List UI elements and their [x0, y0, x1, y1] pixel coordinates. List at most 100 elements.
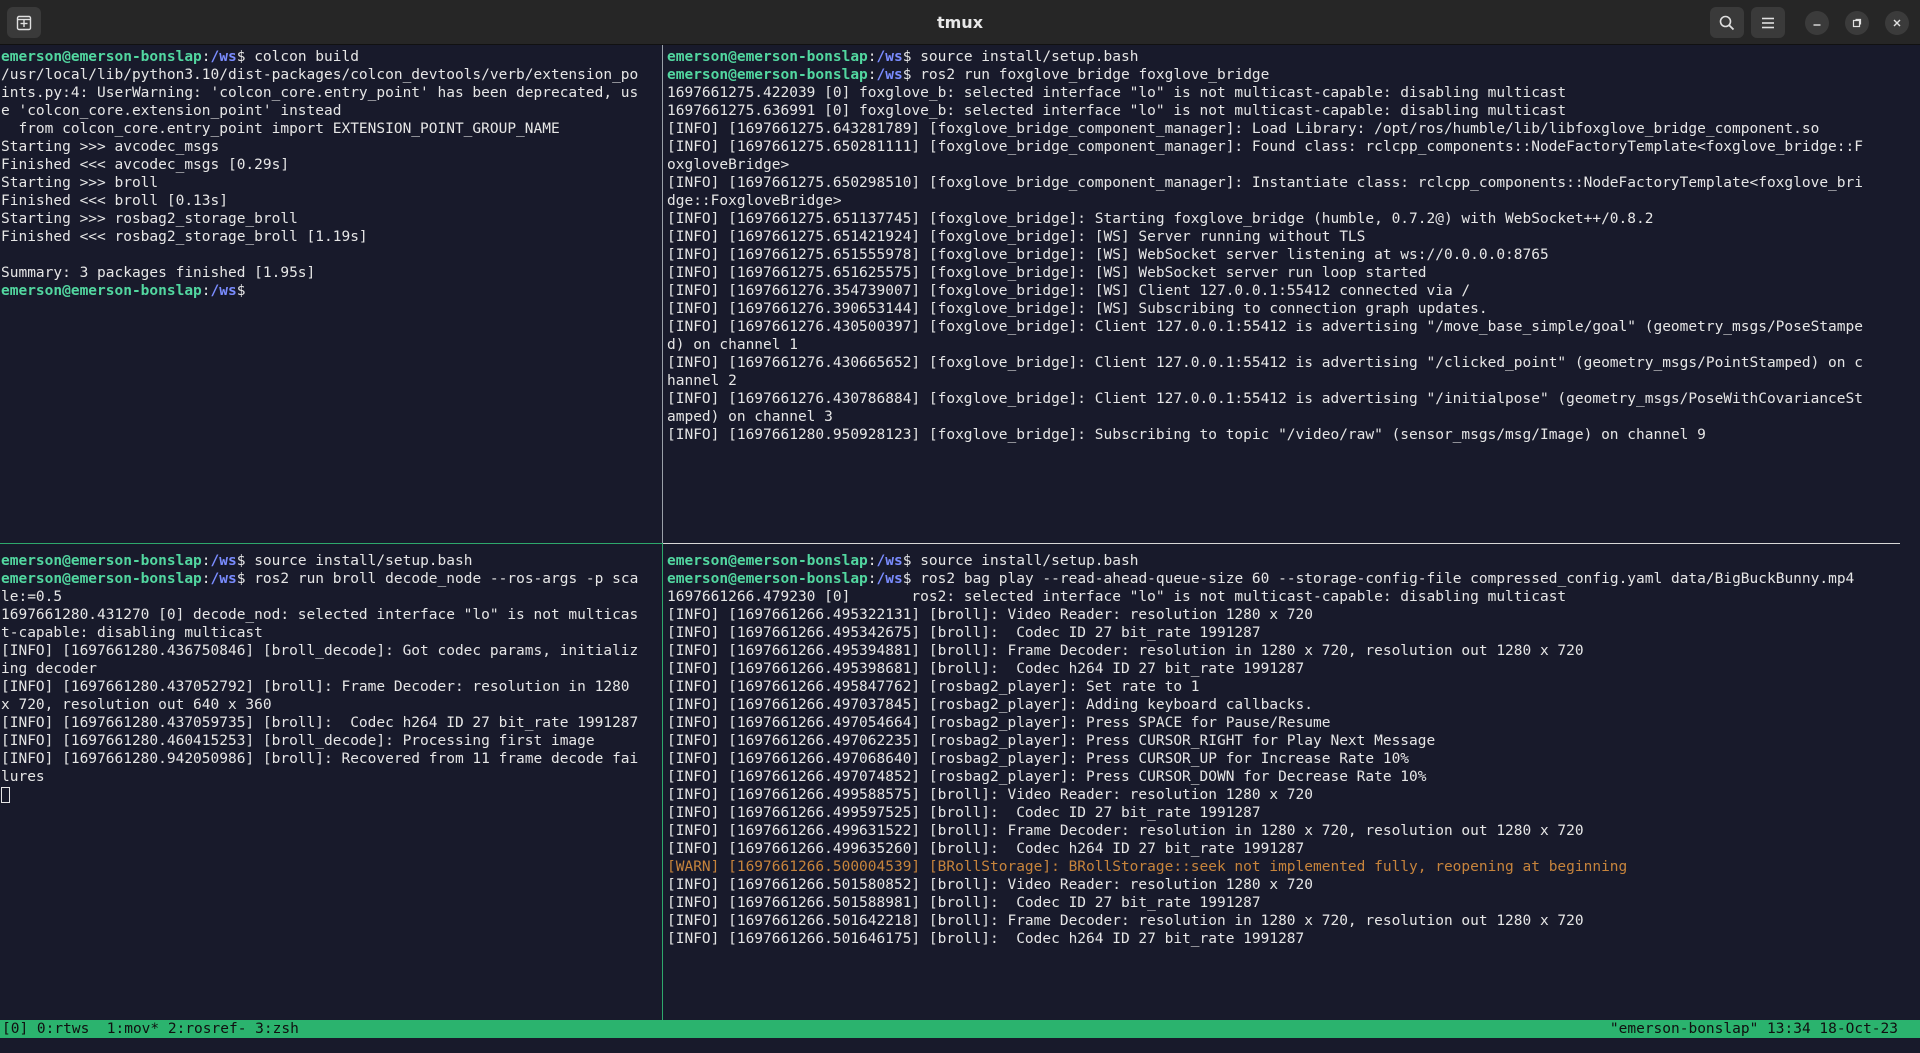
pane-top-left[interactable]: emerson@emerson-bonslap:/ws$ colcon buil…: [1, 45, 661, 542]
maximize-icon: [1852, 18, 1862, 28]
terminal-line: [INFO] [1697661280.437059735] [broll]: C…: [1, 715, 639, 731]
prompt-line: emerson@emerson-bonslap:/ws$ source inst…: [667, 48, 1902, 66]
terminal-line: [INFO] [1697661266.497062235] [rosbag2_p…: [667, 733, 1436, 749]
terminal-area[interactable]: emerson@emerson-bonslap:/ws$ colcon buil…: [0, 45, 1920, 1020]
terminal-line: Starting >>> rosbag2_storage_broll: [1, 211, 298, 227]
terminal-line: [INFO] [1697661266.499635260] [broll]: C…: [667, 841, 1305, 857]
window-list[interactable]: [0] 0:rtws 1:mov* 2:rosref- 3:zsh: [2, 1020, 299, 1038]
prompt-line: emerson@emerson-bonslap:/ws$ colcon buil…: [1, 48, 661, 66]
close-icon: [1893, 19, 1901, 27]
terminal-line: 1697661275.422039 [0] foxglove_b: select…: [667, 85, 1567, 101]
prompt-separator: :: [201, 49, 211, 65]
command-text: ros2 run foxglove_bridge foxglove_bridge: [911, 67, 1270, 83]
terminal-line: e 'colcon_core.extension_point' instead: [1, 103, 342, 119]
prompt-path: /ws: [210, 49, 237, 65]
pane-output: emerson@emerson-bonslap:/ws$ source inst…: [1, 549, 661, 804]
prompt-path: /ws: [876, 553, 903, 569]
prompt-user-host: emerson@emerson-bonslap: [1, 49, 202, 65]
pane-bottom-right[interactable]: emerson@emerson-bonslap:/ws$ source inst…: [667, 549, 1902, 1020]
new-tab-icon: [16, 15, 32, 30]
command-text: ros2 run broll decode_node --ros-args -p…: [245, 571, 639, 587]
prompt-user-host: emerson@emerson-bonslap: [1, 283, 202, 299]
terminal-line: [INFO] [1697661280.437052792] [broll]: F…: [1, 679, 630, 695]
terminal-line: [INFO] [1697661266.501580852] [broll]: V…: [667, 877, 1314, 893]
command-text: ros2 bag play --read-ahead-queue-size 60…: [911, 571, 1855, 587]
hamburger-menu-icon: [1762, 17, 1774, 28]
terminal-line: [INFO] [1697661266.499588575] [broll]: V…: [667, 787, 1314, 803]
prompt-line: emerson@emerson-bonslap:/ws$ source inst…: [1, 552, 661, 570]
terminal-line: 1697661275.636991 [0] foxglove_b: select…: [667, 103, 1567, 119]
terminal-line: Finished <<< avcodec_msgs [0.29s]: [1, 157, 290, 173]
prompt-separator: :: [867, 67, 877, 83]
prompt-path: /ws: [210, 553, 237, 569]
terminal-line: [INFO] [1697661280.436750846] [broll_dec…: [1, 643, 639, 659]
command-text: source install/setup.bash: [245, 553, 473, 569]
command-text: colcon build: [245, 49, 359, 65]
terminal-line: [INFO] [1697661276.390653144] [foxglove_…: [667, 301, 1488, 317]
command-text: source install/setup.bash: [911, 49, 1139, 65]
terminal-line: [INFO] [1697661275.651421924] [foxglove_…: [667, 229, 1366, 245]
terminal-line: oxgloveBridge>: [667, 157, 790, 173]
minimize-icon: [1813, 24, 1821, 26]
prompt-user-host: emerson@emerson-bonslap: [667, 67, 868, 83]
terminal-line: [WARN] [1697661266.500004539] [BRollStor…: [667, 859, 1628, 875]
terminal-line: [INFO] [1697661266.497037845] [rosbag2_p…: [667, 697, 1314, 713]
prompt-path: /ws: [876, 49, 903, 65]
terminal-line: [INFO] [1697661280.942050986] [broll]: R…: [1, 751, 639, 767]
pane-output: emerson@emerson-bonslap:/ws$ source inst…: [667, 45, 1902, 444]
terminal-line: [INFO] [1697661276.354739007] [foxglove_…: [667, 283, 1471, 299]
terminal-line: [INFO] [1697661266.499631522] [broll]: F…: [667, 823, 1584, 839]
terminal-line: [INFO] [1697661266.495394881] [broll]: F…: [667, 643, 1584, 659]
prompt-line: emerson@emerson-bonslap:/ws$ ros2 run fo…: [667, 66, 1902, 84]
terminal-line: [INFO] [1697661275.651555978] [foxglove_…: [667, 247, 1549, 263]
terminal-line: amped) on channel 3: [667, 409, 833, 425]
scrollbar[interactable]: [1908, 52, 1914, 1012]
prompt-user-host: emerson@emerson-bonslap: [667, 571, 868, 587]
prompt-separator: :: [867, 571, 877, 587]
terminal-line: 1697661266.479230 [0] ros2: selected int…: [667, 589, 1567, 605]
terminal-line: ints.py:4: UserWarning: 'colcon_core.ent…: [1, 85, 639, 101]
terminal-window: tmux emerson@emerson-bonslap:/ws$ colcon…: [0, 0, 1920, 1053]
prompt-user-host: emerson@emerson-bonslap: [667, 553, 868, 569]
terminal-line: Summary: 3 packages finished [1.95s]: [1, 265, 316, 281]
tmux-status-bar: [0] 0:rtws 1:mov* 2:rosref- 3:zsh "emers…: [0, 1020, 1920, 1038]
terminal-line: [INFO] [1697661266.495342675] [broll]: C…: [667, 625, 1261, 641]
command-text: source install/setup.bash: [911, 553, 1139, 569]
maximize-button[interactable]: [1845, 11, 1869, 35]
prompt-line: emerson@emerson-bonslap:/ws$: [1, 282, 661, 300]
prompt-separator: :: [867, 49, 877, 65]
terminal-line: Finished <<< rosbag2_storage_broll [1.19…: [1, 229, 368, 245]
title-bar: tmux: [0, 0, 1920, 45]
close-button[interactable]: [1885, 11, 1909, 35]
terminal-line: [INFO] [1697661280.460415253] [broll_dec…: [1, 733, 595, 749]
pane-bottom-left[interactable]: emerson@emerson-bonslap:/ws$ source inst…: [1, 549, 661, 1020]
prompt-line: emerson@emerson-bonslap:/ws$ ros2 bag pl…: [667, 570, 1902, 588]
terminal-line: [INFO] [1697661266.495322131] [broll]: V…: [667, 607, 1314, 623]
terminal-line: [INFO] [1697661276.430786884] [foxglove_…: [667, 391, 1863, 407]
active-pane-border-horizontal[interactable]: [0, 543, 662, 544]
menu-button[interactable]: [1751, 7, 1785, 38]
prompt-path: /ws: [876, 571, 903, 587]
terminal-line: Starting >>> broll: [1, 175, 159, 191]
terminal-line: [INFO] [1697661275.651137745] [foxglove_…: [667, 211, 1654, 227]
terminal-line: [INFO] [1697661266.499597525] [broll]: C…: [667, 805, 1261, 821]
window-title: tmux: [936, 13, 984, 32]
bottom-padding: [0, 1038, 1920, 1053]
pane-top-right[interactable]: emerson@emerson-bonslap:/ws$ source inst…: [667, 45, 1902, 542]
terminal-line: [INFO] [1697661266.495847762] [rosbag2_p…: [667, 679, 1200, 695]
new-tab-button[interactable]: [7, 7, 41, 38]
prompt-path: /ws: [210, 571, 237, 587]
terminal-line: /usr/local/lib/python3.10/dist-packages/…: [1, 67, 639, 83]
prompt-path: /ws: [876, 67, 903, 83]
prompt-separator: :: [201, 283, 211, 299]
active-pane-border-vertical: [662, 543, 663, 1020]
terminal-line: x 720, resolution out 640 x 360: [1, 697, 272, 713]
terminal-line: lures: [1, 769, 45, 785]
minimize-button[interactable]: [1805, 11, 1829, 35]
terminal-line: [INFO] [1697661266.501588981] [broll]: C…: [667, 895, 1261, 911]
terminal-line: [INFO] [1697661266.501646175] [broll]: C…: [667, 931, 1305, 947]
prompt-user-host: emerson@emerson-bonslap: [667, 49, 868, 65]
search-button[interactable]: [1710, 7, 1744, 38]
pane-divider-horizontal[interactable]: [663, 543, 1900, 544]
